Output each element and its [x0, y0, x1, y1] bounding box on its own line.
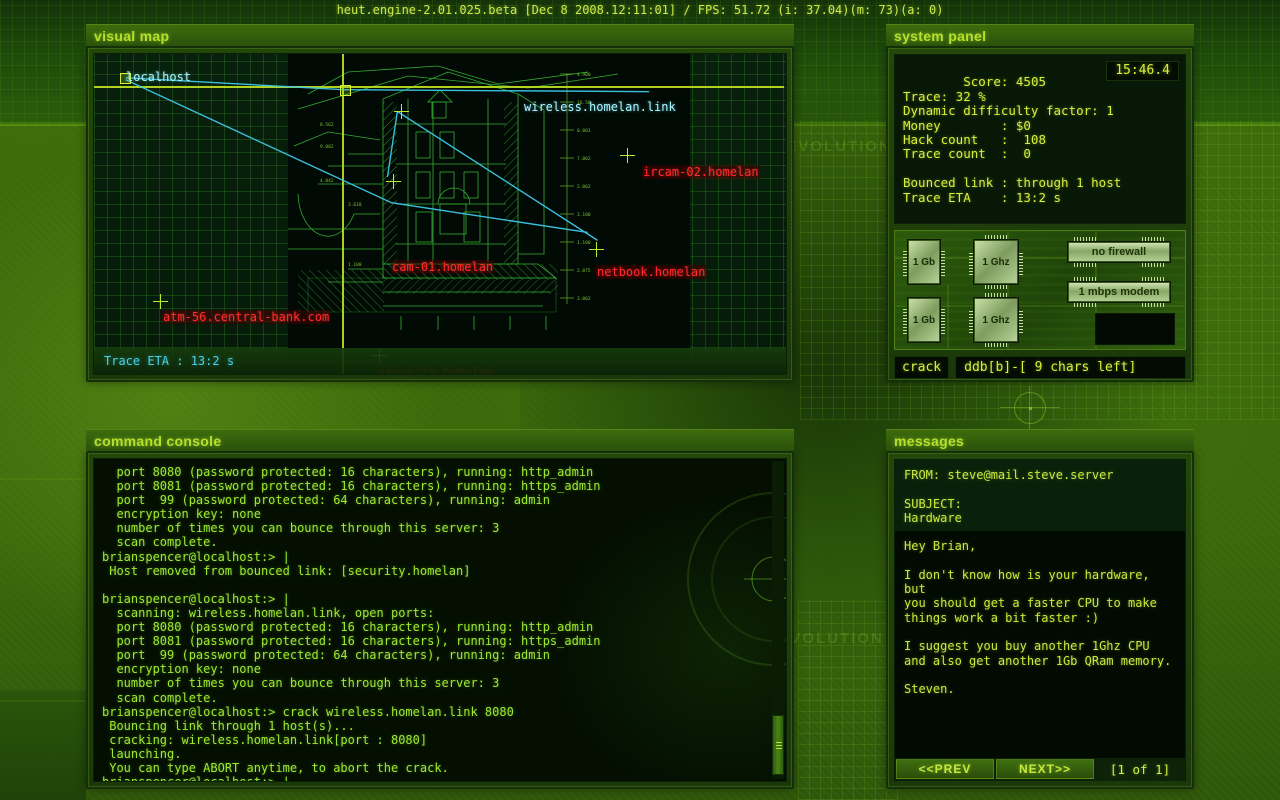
hardware-ram-2-label: 1 Gb [908, 298, 940, 342]
command-console-panel: command console port 8080 (password prot… [86, 429, 794, 791]
command-console-title: command console [86, 429, 794, 451]
next-message-button[interactable]: NEXT>> [996, 759, 1094, 779]
message-header: FROM: steve@mail.steve.server SUBJECT: H… [895, 460, 1185, 531]
map-label-atm-56-central-bank[interactable]: atm-56.central-bank.com [162, 310, 330, 324]
map-label-ircam-02-homelan[interactable]: ircam-02.homelan [642, 165, 760, 179]
messages-body: FROM: steve@mail.steve.server SUBJECT: H… [886, 451, 1194, 789]
map-label-localhost[interactable]: localhost [126, 70, 191, 84]
message-screen: FROM: steve@mail.steve.server SUBJECT: H… [894, 459, 1186, 781]
system-stats-text: Score: 4505 Trace: 32 % Dynamic difficul… [903, 74, 1121, 204]
background-plate-left [0, 690, 86, 800]
system-panel-title: system panel [886, 24, 1194, 46]
hardware-ram-slot-2[interactable]: 1 Gb [907, 297, 941, 343]
map-canvas[interactable]: 4.90016.50 0.0017.002 2.0023.100 1.1002.… [93, 53, 787, 375]
hardware-cpu-slot-2[interactable]: 1 Ghz [973, 297, 1019, 343]
map-label-wireless-homelan-link[interactable]: wireless.homelan.link [524, 100, 676, 114]
hardware-cpu-2-label: 1 Ghz [974, 298, 1018, 342]
system-panel-body: Score: 4505 Trace: 32 % Dynamic difficul… [886, 46, 1194, 382]
map-label-cam-01-homelan[interactable]: cam-01.homelan [391, 260, 494, 274]
system-panel: system panel Score: 4505 Trace: 32 % Dyn… [886, 24, 1194, 384]
hardware-modem-label: 1 mbps modem [1068, 282, 1170, 302]
hardware-ram-slot-1[interactable]: 1 Gb [907, 239, 941, 285]
console-output: port 8080 (password protected: 16 charac… [94, 459, 786, 782]
crack-command-tag: crack [894, 356, 949, 379]
background-stripe-a [0, 478, 86, 480]
system-stats-readout: Score: 4505 Trace: 32 % Dynamic difficul… [894, 54, 1186, 224]
hardware-cpu-slot-1[interactable]: 1 Ghz [973, 239, 1019, 285]
map-link-lines [94, 54, 786, 375]
crack-command-row: crack ddb[b]-[ 9 chars left] [894, 356, 1186, 379]
mission-clock: 15:46.4 [1106, 61, 1179, 81]
visual-map-body: 4.90016.50 0.0017.002 2.0023.100 1.1002.… [86, 46, 794, 382]
map-crosshair-ircam02[interactable] [620, 148, 635, 163]
visual-map-title: visual map [86, 24, 794, 46]
hardware-empty-slot[interactable] [1095, 313, 1175, 345]
app-root: TION | EVOLUTION TION | EVOLUTION heut.e… [0, 0, 1280, 800]
console-scrollbar-thumb[interactable] [772, 715, 784, 775]
map-crosshair-wireless[interactable] [394, 104, 409, 119]
hardware-firewall-slot[interactable]: no firewall [1067, 241, 1171, 263]
crack-progress-field[interactable]: ddb[b]-[ 9 chars left] [955, 356, 1186, 379]
map-crosshair-cam01[interactable] [386, 174, 401, 189]
map-node-router[interactable] [340, 85, 351, 96]
messages-title: messages [886, 429, 1194, 451]
map-trace-bar: Trace ETA : 13:2 s [94, 348, 786, 374]
hardware-cpu-1-label: 1 Ghz [974, 240, 1018, 284]
hardware-modem-slot[interactable]: 1 mbps modem [1067, 281, 1171, 303]
message-navigation: <<PREV NEXT>> [1 of 1] [895, 758, 1185, 780]
console-scrollbar[interactable] [772, 461, 784, 779]
engine-status-bar: heut.engine-2.01.025.beta [Dec 8 2008.12… [0, 0, 1280, 20]
map-crosshair-atm56[interactable] [153, 294, 168, 309]
messages-panel: messages FROM: steve@mail.steve.server S… [886, 429, 1194, 791]
map-crosshair-netbook[interactable] [589, 242, 604, 257]
map-label-netbook-homelan[interactable]: netbook.homelan [596, 265, 706, 279]
hardware-firewall-label: no firewall [1068, 242, 1170, 262]
console-screen[interactable]: port 8080 (password protected: 16 charac… [93, 458, 787, 782]
message-counter: [1 of 1] [1096, 759, 1184, 779]
message-body: Hey Brian, I don't know how is your hard… [895, 531, 1185, 758]
map-trace-eta: Trace ETA : 13:2 s [94, 348, 786, 374]
background-stripe-b [0, 700, 86, 702]
hardware-ram-1-label: 1 Gb [908, 240, 940, 284]
command-console-body: port 8080 (password protected: 16 charac… [86, 451, 794, 789]
prev-message-button[interactable]: <<PREV [896, 759, 994, 779]
hardware-board: 1 Gb 1 Gb 1 Ghz [894, 230, 1186, 350]
visual-map-panel: visual map [86, 24, 794, 384]
